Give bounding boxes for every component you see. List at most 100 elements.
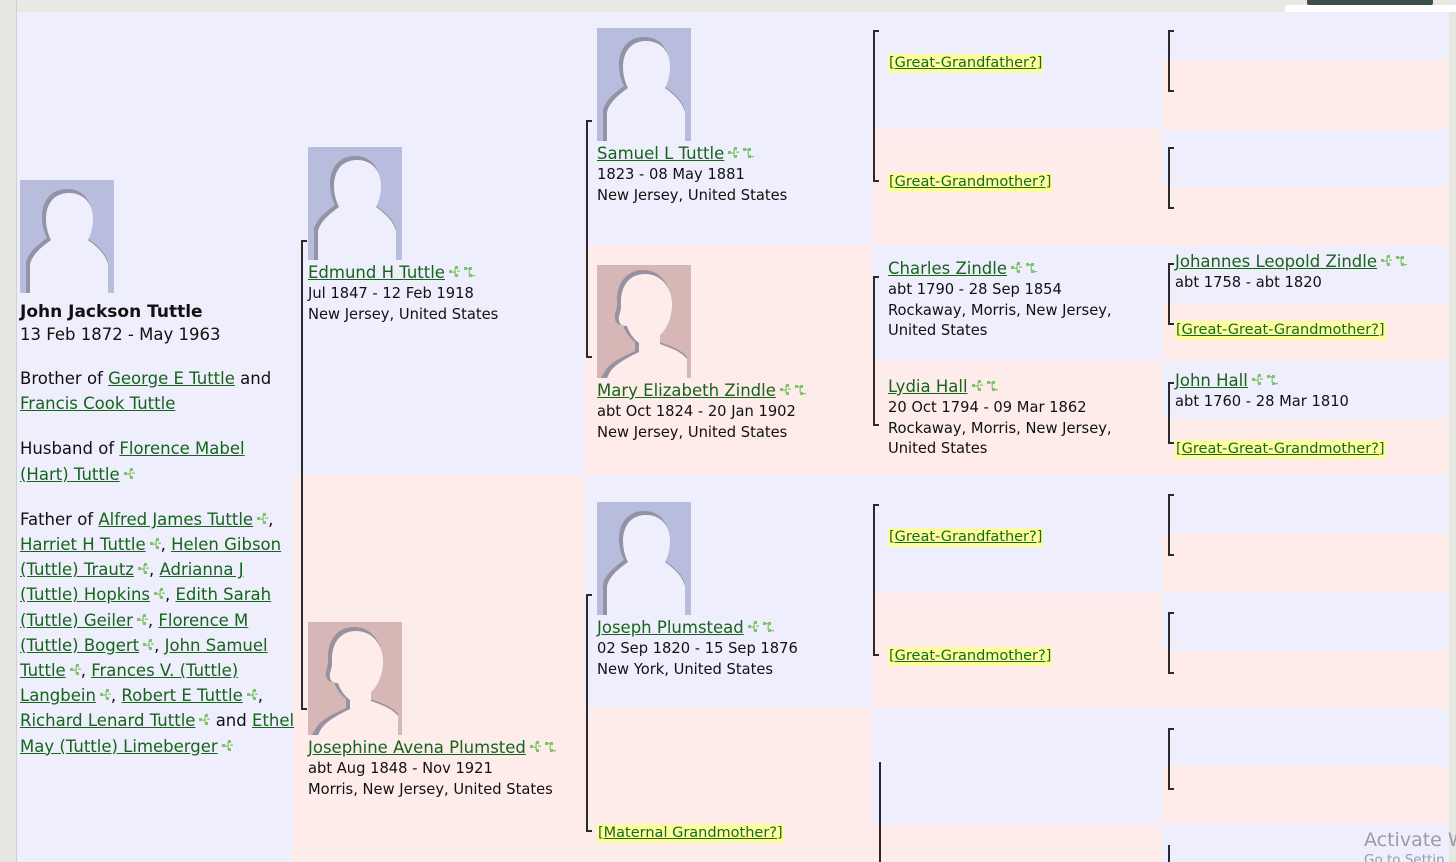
family-tree-icon[interactable] — [199, 714, 211, 728]
person-name-link[interactable]: Samuel L Tuttle — [597, 144, 724, 163]
person-details: 02 Sep 1820 - 15 Sep 1876 New York, Unit… — [597, 639, 798, 680]
pedigree-chart-page: John Jackson Tuttle 13 Feb 1872 - May 19… — [0, 0, 1456, 862]
children-link-list: Alfred James Tuttle, Harriet H Tuttle, H… — [20, 509, 295, 756]
family-tree-icon[interactable] — [123, 467, 135, 482]
person-details: abt Oct 1824 - 20 Jan 1902 New Jersey, U… — [597, 402, 806, 443]
focus-person-name: John Jackson Tuttle — [20, 302, 203, 322]
spouse-prefix: Husband of — [20, 439, 120, 459]
person-card-mother: Josephine Avena Plumsted abt Aug 1848 - … — [308, 622, 556, 800]
person-place: New Jersey, United States — [597, 186, 788, 204]
avatar — [597, 28, 691, 141]
family-tree-branch-icon[interactable] — [1266, 374, 1278, 388]
siblings-joiner: and — [234, 369, 272, 388]
person-name-link[interactable]: Mary Elizabeth Zindle — [597, 381, 776, 400]
band-ggp-7 — [872, 708, 1162, 825]
person-name-row: Mary Elizabeth Zindle — [597, 381, 806, 401]
person-details: abt Aug 1848 - Nov 1921 Morris, New Jers… — [308, 759, 556, 800]
family-tree-icon[interactable] — [149, 538, 161, 552]
band-gggp-13 — [1162, 708, 1449, 766]
sibling-link-2[interactable]: Francis Cook Tuttle — [20, 394, 175, 413]
band-gggp-10 — [1162, 533, 1449, 593]
family-tree-icon[interactable] — [971, 380, 983, 394]
child-link-9[interactable]: Robert E Tuttle — [121, 686, 242, 705]
person-name-row: John Hall — [1175, 371, 1349, 391]
placeholder-great-grandmother-1[interactable]: [Great-Grandmother?] — [888, 173, 1053, 192]
placeholder-great-grandmother-2[interactable]: [Great-Grandmother?] — [888, 647, 1053, 666]
family-tree-icon[interactable] — [1381, 255, 1393, 269]
person-place: New Jersey, United States — [597, 423, 788, 441]
family-tree-branch-icon[interactable] — [743, 147, 755, 161]
placeholder-great-grandfather-1[interactable]: [Great-Grandfather?] — [888, 54, 1044, 73]
band-gggp-15 — [1162, 824, 1449, 862]
person-name-link[interactable]: Johannes Leopold Zindle — [1175, 252, 1377, 271]
family-tree-icon[interactable] — [221, 739, 233, 754]
person-details: abt 1758 - abt 1820 — [1175, 273, 1407, 294]
family-tree-icon[interactable] — [137, 563, 149, 577]
person-name-link[interactable]: John Hall — [1175, 371, 1248, 390]
person-dates: abt Aug 1848 - Nov 1921 — [308, 760, 493, 777]
sibling-link-1[interactable]: George E Tuttle — [108, 369, 235, 388]
person-name-row: Johannes Leopold Zindle — [1175, 252, 1408, 272]
placeholder-great-grandfather-2[interactable]: [Great-Grandfather?] — [888, 528, 1044, 547]
placeholder-gg-grandmother-2[interactable]: [Great-Great-Grandmother?] — [1175, 440, 1386, 459]
family-tree-icon[interactable] — [246, 689, 258, 703]
child-link-10[interactable]: Richard Lenard Tuttle — [20, 711, 195, 730]
person-name-row: Samuel L Tuttle — [597, 144, 787, 164]
person-name-link[interactable]: Lydia Hall — [888, 377, 968, 396]
person-details: 1823 - 08 May 1881 New Jersey, United St… — [597, 165, 787, 206]
person-place: Rockaway, Morris, New Jersey, United Sta… — [888, 301, 1112, 340]
band-gggp-2 — [1162, 60, 1449, 130]
child-link-1[interactable]: Alfred James Tuttle — [98, 510, 253, 529]
band-gggp-9 — [1162, 475, 1449, 533]
band-gggp-14 — [1162, 766, 1449, 824]
person-place: Rockaway, Morris, New Jersey, United Sta… — [888, 419, 1112, 458]
family-tree-icon[interactable] — [154, 588, 165, 602]
person-details: abt 1760 - 28 Mar 1810 — [1175, 392, 1349, 413]
band-ggp-8 — [872, 825, 1162, 862]
family-tree-icon[interactable] — [99, 689, 111, 703]
person-dates: Jul 1847 - 12 Feb 1918 — [308, 285, 474, 302]
focus-person-dates: 13 Feb 1872 - May 1963 — [20, 325, 221, 344]
family-tree-icon[interactable] — [143, 638, 155, 653]
family-tree-branch-icon[interactable] — [986, 380, 998, 394]
person-dates: abt 1790 - 28 Sep 1854 — [888, 281, 1062, 298]
family-tree-branch-icon[interactable] — [794, 384, 806, 398]
placeholder-maternal-grandmother[interactable]: [Maternal Grandmother?] — [597, 824, 784, 843]
person-place: New Jersey, United States — [308, 305, 499, 323]
person-place: New York, United States — [597, 660, 774, 678]
family-tree-icon[interactable] — [1251, 374, 1263, 388]
family-tree-branch-icon[interactable] — [1026, 262, 1038, 276]
family-tree-icon[interactable] — [448, 266, 460, 280]
family-tree-icon[interactable] — [69, 664, 81, 678]
band-gggp-1 — [1162, 12, 1449, 60]
family-tree-branch-icon[interactable] — [762, 621, 774, 635]
family-tree-branch-icon[interactable] — [544, 741, 556, 755]
person-card-gg-grandfather-johannes-zindle: Johannes Leopold Zindle abt 1758 - abt 1… — [1175, 249, 1408, 294]
family-tree-icon[interactable] — [257, 512, 269, 527]
person-name-row: Lydia Hall — [888, 377, 1150, 397]
person-card-paternal-grandmother: Mary Elizabeth Zindle abt Oct 1824 - 20 … — [597, 265, 806, 443]
family-tree-branch-icon[interactable] — [1396, 255, 1408, 269]
connector-gp4-to-ggp — [879, 762, 881, 862]
person-name-link[interactable]: Charles Zindle — [888, 259, 1007, 278]
family-tree-icon[interactable] — [747, 621, 759, 635]
person-name-row: Josephine Avena Plumsted — [308, 738, 556, 758]
person-dates: 1823 - 08 May 1881 — [597, 166, 745, 183]
avatar — [20, 180, 114, 293]
family-tree-branch-icon[interactable] — [463, 266, 475, 280]
person-dates: abt Oct 1824 - 20 Jan 1902 — [597, 403, 796, 420]
person-place: Morris, New Jersey, United States — [308, 780, 553, 798]
child-link-2[interactable]: Harriet H Tuttle — [20, 535, 146, 554]
placeholder-gg-grandmother-1[interactable]: [Great-Great-Grandmother?] — [1175, 321, 1386, 340]
person-name-link[interactable]: Joseph Plumstead — [597, 618, 744, 637]
family-tree-icon[interactable] — [779, 384, 791, 398]
person-name-link[interactable]: Edmund H Tuttle — [308, 263, 445, 282]
avatar — [308, 147, 402, 260]
family-tree-icon[interactable] — [728, 147, 740, 161]
family-tree-icon[interactable] — [136, 613, 148, 628]
family-tree-icon[interactable] — [1011, 262, 1023, 276]
person-name-link[interactable]: Josephine Avena Plumsted — [308, 738, 526, 757]
siblings-relationship-block: Brother of George E Tuttle and Francis C… — [20, 366, 295, 416]
family-tree-icon[interactable] — [529, 741, 541, 755]
focus-person-panel: John Jackson Tuttle 13 Feb 1872 - May 19… — [17, 12, 295, 862]
